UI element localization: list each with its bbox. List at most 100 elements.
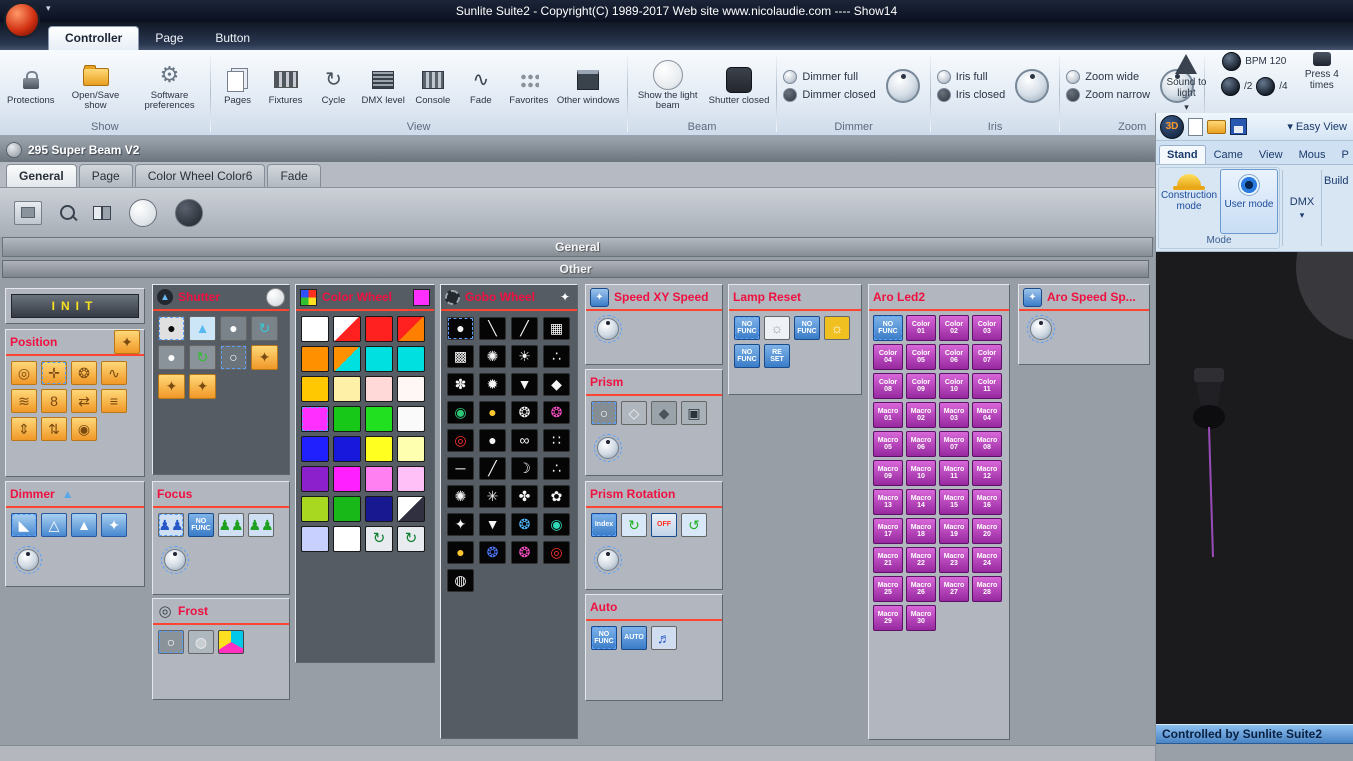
- color-swatch[interactable]: [397, 466, 425, 492]
- zoom-wide-option[interactable]: Zoom wide: [1066, 70, 1150, 84]
- color-swatch[interactable]: [301, 346, 329, 372]
- color-swatch[interactable]: ↻: [397, 526, 425, 552]
- software-preferences-button[interactable]: Software preferences: [134, 58, 206, 115]
- auto-button[interactable]: AUTO: [621, 626, 647, 650]
- easy-view-caption[interactable]: Easy View: [1287, 120, 1349, 133]
- color-swatch[interactable]: [301, 436, 329, 462]
- aro-led2-button[interactable]: Macro 11: [939, 460, 969, 486]
- color-swatch[interactable]: [397, 406, 425, 432]
- position-preset-button[interactable]: ≋: [11, 389, 37, 413]
- tab-fade[interactable]: Fade: [267, 164, 321, 187]
- dmx-dropdown-button[interactable]: DMX: [1285, 167, 1319, 249]
- aro-led2-button[interactable]: Macro 28: [972, 576, 1002, 602]
- dimmer-knob[interactable]: [885, 69, 920, 103]
- gobo-button[interactable]: ✺: [479, 345, 506, 368]
- gobo-button[interactable]: ●: [447, 317, 474, 340]
- focus-preset-button[interactable]: ♟♟: [158, 513, 184, 537]
- aro-led2-button[interactable]: Color 11: [972, 373, 1002, 399]
- user-mode-button[interactable]: User mode: [1220, 169, 1278, 234]
- aro-led2-button[interactable]: Macro 02: [906, 402, 936, 428]
- dimmer-preset-button[interactable]: ✦: [101, 513, 127, 537]
- color-swatch[interactable]: [365, 316, 393, 342]
- color-swatch[interactable]: [397, 436, 425, 462]
- press-4-times-label[interactable]: Press 4 times: [1294, 69, 1350, 91]
- aro-speed-knob[interactable]: [1027, 315, 1055, 343]
- aro-led2-button[interactable]: Macro 04: [972, 402, 1002, 428]
- aro-led2-button[interactable]: Macro 05: [873, 431, 903, 457]
- console-button[interactable]: Console: [410, 63, 456, 109]
- prism-preset-button[interactable]: ◇: [621, 401, 647, 425]
- color-swatch[interactable]: [333, 436, 361, 462]
- prism-preset-button[interactable]: ◆: [651, 401, 677, 425]
- gobo-button[interactable]: ❂: [511, 401, 538, 424]
- color-swatch[interactable]: [397, 376, 425, 402]
- split-view-icon[interactable]: [93, 205, 111, 220]
- aro-led2-button[interactable]: Macro 01: [873, 402, 903, 428]
- favorites-button[interactable]: Favorites: [506, 63, 552, 109]
- color-swatch[interactable]: [365, 436, 393, 462]
- shutter-preset-button[interactable]: ●: [220, 316, 247, 341]
- prism-rotation-button[interactable]: OFF: [651, 513, 677, 537]
- aro-led2-button[interactable]: Macro 16: [972, 489, 1002, 515]
- lamp-reset-button[interactable]: RE SET: [764, 344, 790, 368]
- aro-led2-button[interactable]: Macro 09: [873, 460, 903, 486]
- aro-led2-button[interactable]: Color 02: [939, 315, 969, 341]
- aro-led2-button[interactable]: Color 01: [906, 315, 936, 341]
- shutter-preset-button[interactable]: ✦: [158, 374, 185, 399]
- shutter-preset-button[interactable]: ↻: [189, 345, 216, 370]
- dimmer-full-option[interactable]: Dimmer full: [783, 70, 875, 84]
- gobo-button[interactable]: ▩: [447, 345, 474, 368]
- aro-led2-button[interactable]: Macro 19: [939, 518, 969, 544]
- prism-preset-button[interactable]: ○: [591, 401, 617, 425]
- button-editor-icon[interactable]: [14, 200, 42, 225]
- tab-standard[interactable]: Stand: [1159, 145, 1206, 164]
- beam-open-button[interactable]: [129, 198, 157, 227]
- gobo-button[interactable]: ◎: [447, 429, 474, 452]
- sound-dropdown-arrow-icon[interactable]: [1184, 102, 1189, 113]
- aro-led2-button[interactable]: Color 04: [873, 344, 903, 370]
- gobo-button[interactable]: ✳: [479, 485, 506, 508]
- open-save-show-button[interactable]: Open/Save show: [60, 58, 132, 115]
- save-file-icon[interactable]: [1230, 118, 1247, 135]
- pages-button[interactable]: Pages: [215, 63, 261, 109]
- gobo-button[interactable]: ✿: [543, 485, 570, 508]
- color-swatch[interactable]: [365, 466, 393, 492]
- gobo-button[interactable]: ◍: [447, 569, 474, 592]
- color-swatch[interactable]: [333, 376, 361, 402]
- aro-led2-button[interactable]: Macro 25: [873, 576, 903, 602]
- lamp-reset-button[interactable]: NO FUNC: [734, 344, 760, 368]
- shutter-preset-button[interactable]: ✦: [189, 374, 216, 399]
- aro-led2-button[interactable]: Macro 14: [906, 489, 936, 515]
- gobo-button[interactable]: ╲: [479, 317, 506, 340]
- color-swatch[interactable]: [301, 406, 329, 432]
- color-swatch[interactable]: [333, 316, 361, 342]
- lamp-reset-button[interactable]: ☼: [824, 316, 850, 340]
- position-preset-button[interactable]: ∿: [101, 361, 127, 385]
- gobo-button[interactable]: ╱: [479, 457, 506, 480]
- auto-button[interactable]: NO FUNC: [591, 626, 617, 650]
- shutter-preset-button[interactable]: ▲: [189, 316, 216, 341]
- gobo-button[interactable]: ∴: [543, 345, 570, 368]
- aro-led2-button[interactable]: Color 06: [939, 344, 969, 370]
- aro-led2-button[interactable]: Macro 18: [906, 518, 936, 544]
- aro-led2-button[interactable]: Macro 24: [972, 547, 1002, 573]
- iris-knob[interactable]: [1015, 69, 1050, 103]
- tab-color-wheel-color6[interactable]: Color Wheel Color6: [134, 164, 266, 187]
- speed-xy-knob[interactable]: [594, 315, 622, 343]
- position-options-icon[interactable]: [114, 330, 140, 354]
- aro-led2-button[interactable]: Macro 07: [939, 431, 969, 457]
- position-preset-button[interactable]: ⇄: [71, 389, 97, 413]
- aro-led2-button[interactable]: Macro 23: [939, 547, 969, 573]
- color-swatch[interactable]: [333, 406, 361, 432]
- color-swatch[interactable]: [301, 526, 329, 552]
- aro-led2-button[interactable]: Macro 27: [939, 576, 969, 602]
- position-preset-button[interactable]: ⇅: [41, 417, 67, 441]
- aro-led2-button[interactable]: Macro 15: [939, 489, 969, 515]
- other-windows-button[interactable]: Other windows: [554, 63, 623, 109]
- aro-led2-button[interactable]: Macro 20: [972, 518, 1002, 544]
- gobo-button[interactable]: ◆: [543, 373, 570, 396]
- prism-preset-button[interactable]: ▣: [681, 401, 707, 425]
- quick-access-arrow-icon[interactable]: [46, 3, 51, 14]
- tab-mouse[interactable]: Mous: [1291, 145, 1334, 164]
- aro-led2-button[interactable]: Macro 10: [906, 460, 936, 486]
